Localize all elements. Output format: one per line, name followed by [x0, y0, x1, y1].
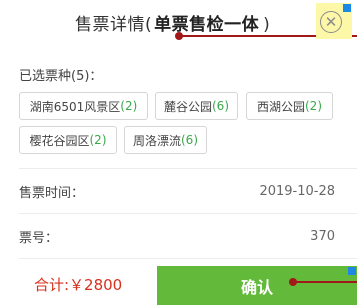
- chip-name: 麓谷公园: [163, 99, 212, 114]
- ad-badge-icon: [343, 4, 351, 12]
- close-button[interactable]: ✕: [316, 3, 352, 39]
- annotation-line: [292, 281, 357, 283]
- confirm-label: 确认: [240, 277, 273, 297]
- ticket-chip[interactable]: 湖南6501风景区 (2): [19, 92, 148, 120]
- footer: 合计:￥2800 确认: [0, 264, 357, 305]
- chip-count: (6): [212, 99, 229, 113]
- sale-time-label: 售票时间：: [19, 185, 85, 201]
- annotation-dot: [175, 32, 183, 40]
- title-mode: 单票售检一体: [154, 15, 260, 35]
- chip-name: 周洛漂流: [132, 133, 181, 148]
- chip-name: 樱花谷园区: [29, 133, 90, 148]
- chip-name: 西湖公园: [256, 99, 305, 114]
- ticket-chip[interactable]: 周洛漂流 (6): [124, 126, 207, 154]
- chip-count: (2): [120, 99, 138, 113]
- total-amount: 合计:￥2800: [34, 276, 123, 294]
- page-title: 售票详情(单票售检一体): [75, 10, 270, 35]
- sale-time-row: 售票时间： 2019-10-28: [19, 169, 335, 213]
- sale-time-value: 2019-10-28: [259, 183, 335, 199]
- ticket-number-row: 票号： 370: [19, 214, 335, 258]
- chip-count: (2): [305, 99, 322, 113]
- title-suffix: ): [263, 15, 271, 35]
- ticket-chip[interactable]: 樱花谷园区 (2): [19, 126, 117, 154]
- chip-count: (6): [181, 133, 198, 147]
- annotation-dot: [289, 278, 297, 286]
- chip-name: 湖南6501风景区: [29, 99, 121, 114]
- ticket-chip[interactable]: 麓谷公园 (6): [155, 92, 238, 120]
- divider: [19, 258, 357, 259]
- chip-count: (2): [89, 133, 107, 147]
- ticket-number-label: 票号：: [19, 230, 59, 246]
- selected-types-label: 已选票种(5)：: [19, 69, 103, 84]
- header: 售票详情(单票售检一体) ✕: [0, 0, 357, 44]
- ticket-chip[interactable]: 西湖公园 (2): [246, 92, 333, 120]
- ad-badge-icon: [348, 267, 356, 275]
- close-icon[interactable]: ✕: [320, 11, 342, 33]
- ticket-number-value: 370: [310, 228, 335, 244]
- title-prefix: 售票详情(: [75, 15, 153, 35]
- confirm-button[interactable]: 确认: [157, 266, 357, 305]
